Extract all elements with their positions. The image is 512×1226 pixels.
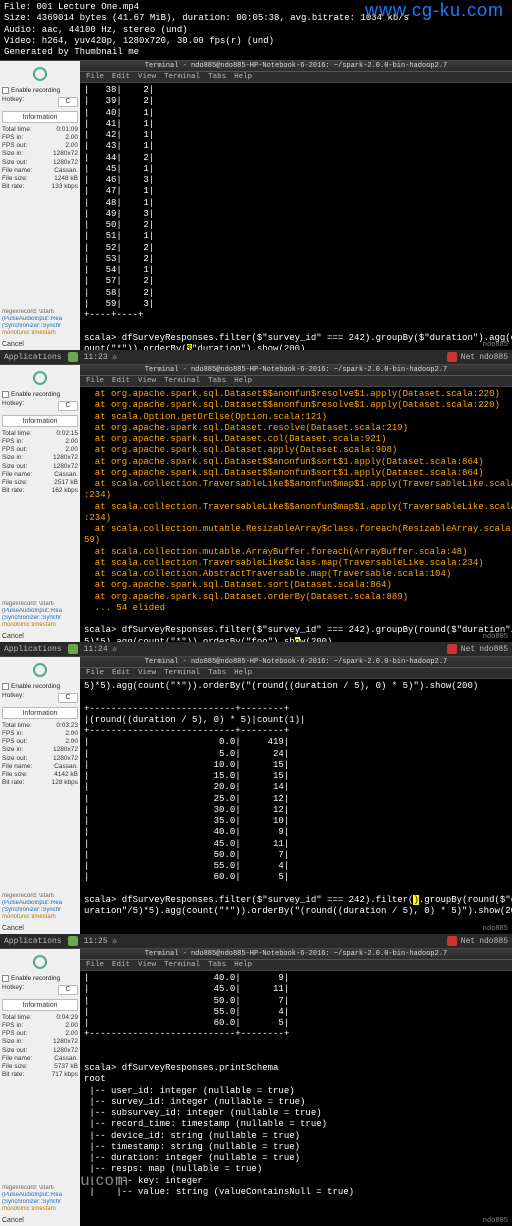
menu-terminal[interactable]: Terminal xyxy=(164,669,200,677)
applications-menu[interactable]: Applications xyxy=(4,353,62,362)
terminal-window[interactable]: Terminal - ndo885@ndo885-HP-Notebook-6-2… xyxy=(80,61,512,350)
watermark-top: www.cg-ku.com xyxy=(365,0,504,21)
applications-menu[interactable]: Applications xyxy=(4,645,62,654)
menu-edit[interactable]: Edit xyxy=(112,73,130,81)
menu-terminal[interactable]: Terminal xyxy=(164,73,200,81)
globe-icon xyxy=(33,67,47,81)
applications-menu[interactable]: Applications xyxy=(4,937,62,946)
menu-file[interactable]: File xyxy=(86,73,104,81)
menu-tabs[interactable]: Tabs xyxy=(208,669,226,677)
menu-terminal[interactable]: Terminal xyxy=(164,377,200,385)
menu-file[interactable]: File xyxy=(86,961,104,969)
thumbnail-3: Enable recording Hotkey:C Information To… xyxy=(0,656,512,934)
enable-recording-checkbox[interactable]: Enable recording xyxy=(2,87,78,94)
enable-recording-checkbox[interactable]: Enable recording xyxy=(2,391,78,398)
menu-tabs[interactable]: Tabs xyxy=(208,961,226,969)
net-label: Net xyxy=(461,353,475,362)
menu-file[interactable]: File xyxy=(86,669,104,677)
terminal-title: Terminal - ndo885@ndo885-HP-Notebook-6-2… xyxy=(80,61,512,72)
cancel-button[interactable]: Cancel xyxy=(2,341,78,348)
menu-file[interactable]: File xyxy=(86,377,104,385)
menu-view[interactable]: View xyxy=(138,377,156,385)
app-icon[interactable] xyxy=(68,644,78,654)
menu-edit[interactable]: Edit xyxy=(112,377,130,385)
menu-view[interactable]: View xyxy=(138,73,156,81)
file-audio-line: Audio: aac, 44100 Hz, stereo (und) xyxy=(4,25,508,36)
terminal-window[interactable]: Terminal - ndo885@ndo885-HP-Notebook-6-2… xyxy=(80,365,512,642)
recorder-sidepanel: Enable recording Hotkey:C Information To… xyxy=(0,61,80,350)
cancel-button[interactable]: Cancel xyxy=(2,633,78,640)
menu-help[interactable]: Help xyxy=(234,73,252,81)
menu-terminal[interactable]: Terminal xyxy=(164,961,200,969)
menu-view[interactable]: View xyxy=(138,961,156,969)
taskbar-4[interactable]: Applications11:25 ☼ Netndo885 xyxy=(0,934,512,948)
app-icon[interactable] xyxy=(68,936,78,946)
net-icon[interactable] xyxy=(447,352,457,362)
menu-help[interactable]: Help xyxy=(234,961,252,969)
menu-tabs[interactable]: Tabs xyxy=(208,73,226,81)
cancel-button[interactable]: Cancel xyxy=(2,925,78,932)
thumbnail-4: Enable recording Hotkey:C Information To… xyxy=(0,948,512,1226)
menu-help[interactable]: Help xyxy=(234,669,252,677)
enable-recording-checkbox[interactable]: Enable recording xyxy=(2,975,78,982)
information-header: Information xyxy=(2,111,78,123)
app-icon[interactable] xyxy=(68,352,78,362)
menu-view[interactable]: View xyxy=(138,669,156,677)
file-video-line: Video: h264, yuv420p, 1280x720, 30.00 fp… xyxy=(4,36,508,47)
user-label[interactable]: ndo885 xyxy=(479,353,508,362)
globe-icon xyxy=(33,371,47,385)
menu-edit[interactable]: Edit xyxy=(112,669,130,677)
taskbar-clock: 11:24 ☼ xyxy=(84,645,118,654)
taskbar-2[interactable]: Applications 11:23 ☼ Net ndo885 xyxy=(0,350,512,364)
recorder-sidepanel: Enable recording Hotkey:C Information To… xyxy=(0,365,80,642)
hotkey-label: Hotkey: xyxy=(2,96,24,108)
taskbar-clock: 11:25 ☼ xyxy=(84,937,118,946)
file-generator-line: Generated by Thumbnail me xyxy=(4,47,508,58)
hotkey-value: C xyxy=(58,97,78,107)
terminal-window[interactable]: Terminal - ndo885@ndo885-HP-Notebook-6-2… xyxy=(80,949,512,1226)
user-suffix: ndo885 xyxy=(483,341,508,349)
menu-edit[interactable]: Edit xyxy=(112,961,130,969)
terminal-menu[interactable]: File Edit View Terminal Tabs Help xyxy=(80,72,512,83)
thumbnail-2: Enable recording Hotkey:C Information To… xyxy=(0,364,512,642)
menu-help[interactable]: Help xyxy=(234,377,252,385)
cancel-button[interactable]: Cancel xyxy=(2,1217,78,1224)
thumbnail-1: Enable recording Hotkey:C Information To… xyxy=(0,60,512,350)
terminal-window[interactable]: Terminal - ndo885@ndo885-HP-Notebook-6-2… xyxy=(80,657,512,934)
taskbar-3[interactable]: Applications11:24 ☼ Netndo885 xyxy=(0,642,512,656)
terminal-body[interactable]: | 38| 2| | 39| 2| | 40| 1| | 41| 1| | 42… xyxy=(80,83,512,350)
taskbar-clock: 11:23 ☼ xyxy=(84,353,118,362)
menu-tabs[interactable]: Tabs xyxy=(208,377,226,385)
enable-recording-checkbox[interactable]: Enable recording xyxy=(2,683,78,690)
